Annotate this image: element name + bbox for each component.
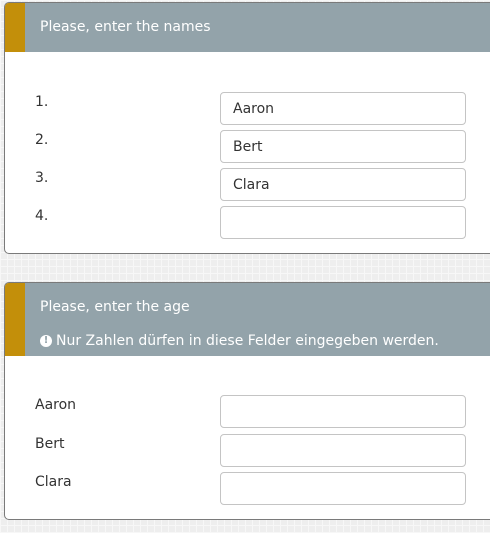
age-field-clara[interactable]	[220, 472, 466, 505]
names-panel: Please, enter the names 1. 2. 3. 4.	[4, 2, 490, 254]
age-panel-title: Please, enter the age	[40, 299, 190, 315]
accent-bar	[5, 3, 25, 52]
name-row-label-4: 4.	[35, 208, 49, 224]
names-panel-title: Please, enter the names	[40, 19, 211, 35]
names-panel-header: Please, enter the names	[5, 3, 490, 52]
age-row-label-aaron: Aaron	[35, 397, 77, 413]
age-field-bert[interactable]	[220, 434, 466, 467]
name-field-2[interactable]	[220, 130, 466, 163]
validation-notice-text: Nur Zahlen dürfen in diese Felder eingeg…	[56, 333, 439, 349]
exclamation-circle-icon: !	[40, 335, 52, 347]
name-field-1[interactable]	[220, 92, 466, 125]
name-row-label-2: 2.	[35, 132, 49, 148]
accent-bar	[5, 283, 25, 356]
validation-notice: ! Nur Zahlen dürfen in diese Felder eing…	[40, 332, 439, 350]
name-row-label-3: 3.	[35, 170, 49, 186]
name-field-3[interactable]	[220, 168, 466, 201]
age-panel-header: Please, enter the age ! Nur Zahlen dürfe…	[5, 283, 490, 356]
name-row-label-1: 1.	[35, 94, 49, 110]
name-field-4[interactable]	[220, 206, 466, 239]
age-row-label-bert: Bert	[35, 436, 65, 452]
age-field-aaron[interactable]	[220, 395, 466, 428]
age-panel: Please, enter the age ! Nur Zahlen dürfe…	[4, 282, 490, 520]
age-row-label-clara: Clara	[35, 474, 72, 490]
